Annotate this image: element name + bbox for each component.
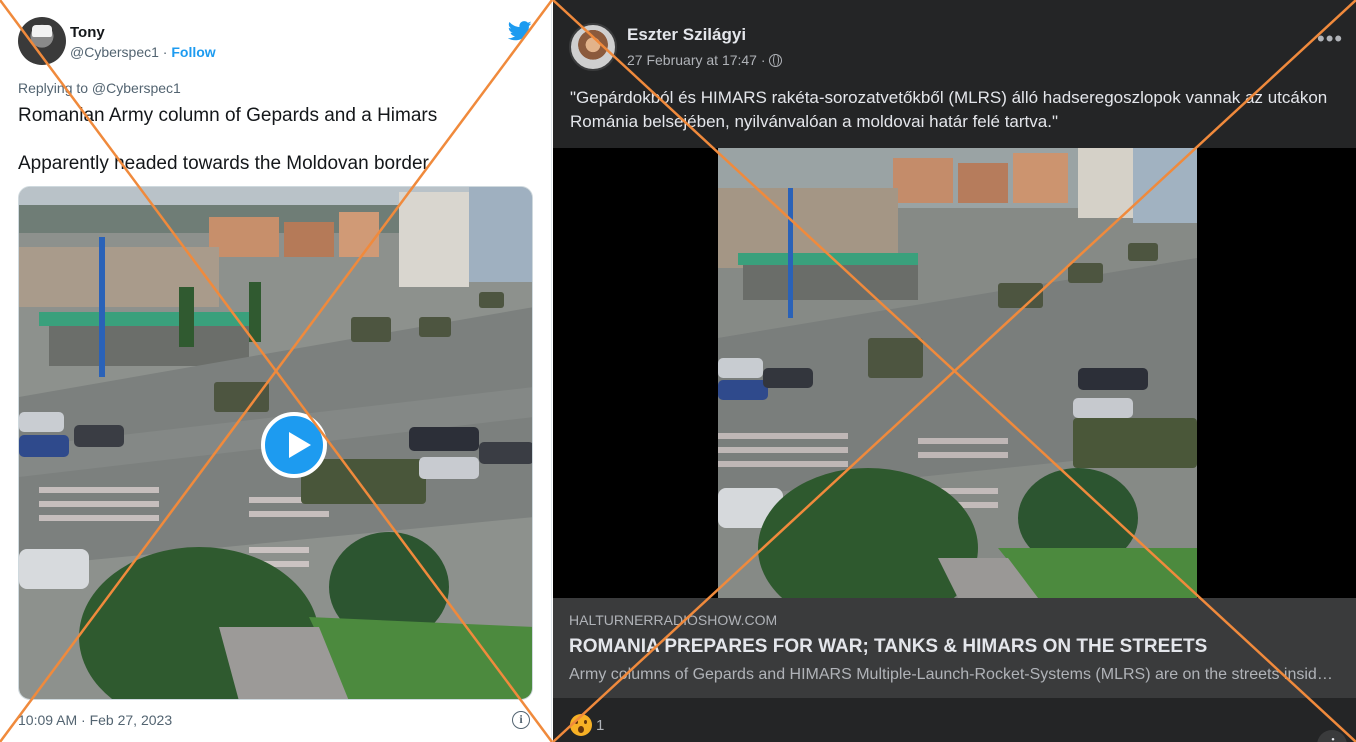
- reaction-count: 1: [596, 716, 605, 734]
- video-frame: [718, 148, 1197, 598]
- separator: ·: [158, 44, 172, 60]
- tweet-card: Tony @Cyberspec1 · Follow Replying to @C…: [0, 0, 552, 742]
- link-description: Army columns of Gepards and HIMARS Multi…: [569, 666, 1339, 683]
- avatar[interactable]: [569, 23, 617, 71]
- info-icon[interactable]: i: [512, 711, 530, 729]
- wow-reaction-icon: [570, 714, 592, 736]
- handle[interactable]: @Cyberspec1: [70, 44, 159, 60]
- tweet-text-line-1: Romanian Army column of Gepards and a Hi…: [18, 105, 438, 126]
- reactions-summary[interactable]: 1: [570, 714, 604, 736]
- tweet-timestamp[interactable]: 10:09 AM · Feb 27, 2023: [18, 712, 172, 728]
- facebook-post: Eszter Szilágyi 27 February at 17:47 · •…: [553, 0, 1356, 742]
- tweet-text-line-2: Apparently headed towards the Moldovan b…: [18, 153, 429, 174]
- author-name[interactable]: Eszter Szilágyi: [627, 25, 746, 45]
- link-headline[interactable]: ROMANIA PREPARES FOR WAR; TANKS & HIMARS…: [569, 636, 1207, 658]
- tweet-video[interactable]: [18, 186, 533, 700]
- twitter-bird-icon[interactable]: [508, 20, 532, 42]
- handle-row: @Cyberspec1 · Follow: [70, 44, 216, 60]
- post-timestamp[interactable]: 27 February at 17:47 ·: [627, 52, 766, 68]
- display-name[interactable]: Tony: [70, 24, 105, 41]
- link-domain: HALTURNERRADIOSHOW.COM: [569, 612, 778, 628]
- post-text: "Gepárdokból és HIMARS rakéta-sorozatvet…: [570, 88, 1328, 131]
- replying-to[interactable]: Replying to @Cyberspec1: [18, 80, 181, 96]
- more-options-icon[interactable]: •••: [1317, 28, 1343, 50]
- post-meta: 27 February at 17:47 ·: [627, 52, 782, 68]
- info-icon[interactable]: i: [1317, 730, 1347, 742]
- follow-button[interactable]: Follow: [171, 44, 215, 60]
- post-video[interactable]: i: [553, 148, 1356, 742]
- globe-icon: [768, 54, 782, 67]
- link-preview[interactable]: HALTURNERRADIOSHOW.COM ROMANIA PREPARES …: [553, 598, 1356, 698]
- play-icon[interactable]: [261, 412, 327, 478]
- avatar[interactable]: [18, 17, 66, 65]
